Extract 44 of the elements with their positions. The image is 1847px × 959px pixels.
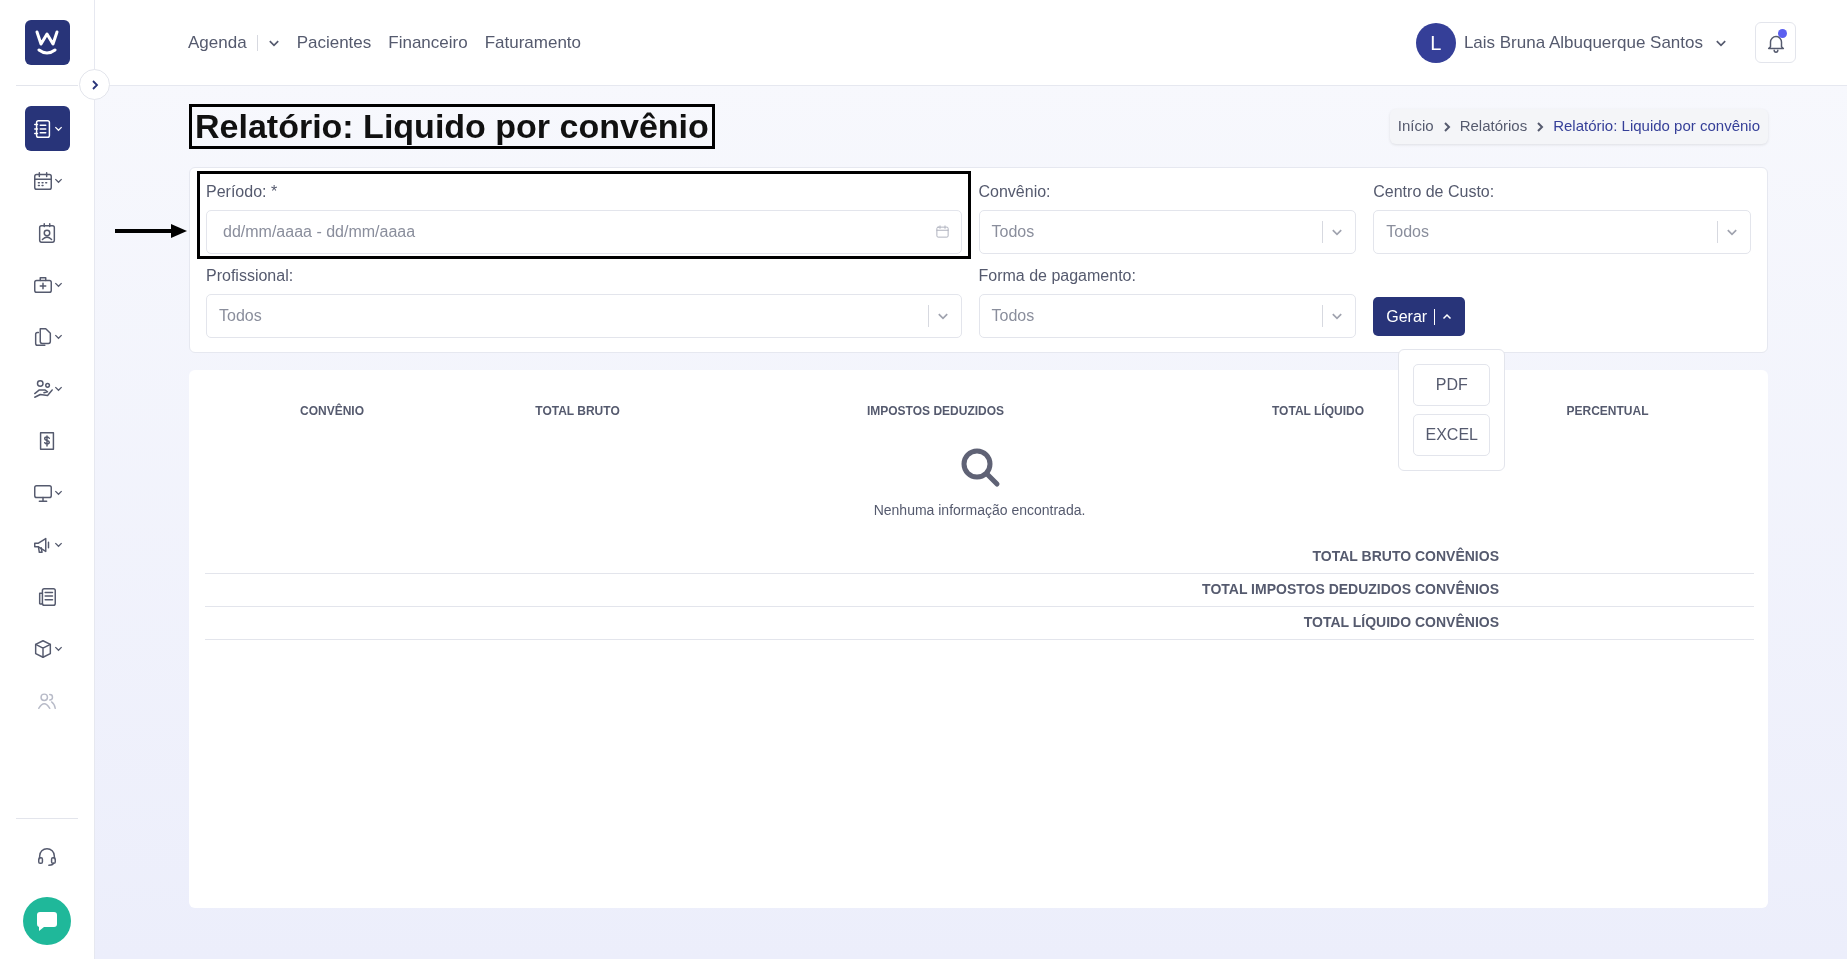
logo-icon[interactable] bbox=[24, 20, 70, 65]
field-label: Centro de Custo: bbox=[1373, 182, 1496, 203]
date-range-field[interactable]: dd/mm/aaaa - dd/mm/aaaa bbox=[206, 210, 962, 255]
caret-icon bbox=[53, 332, 63, 341]
export-option[interactable]: PDF bbox=[1413, 364, 1491, 407]
empty-message: Nenhuma informação encontrada. bbox=[873, 501, 1086, 521]
caret-icon bbox=[53, 384, 63, 393]
user-name[interactable]: Lais Bruna Albuquerque Santos bbox=[1463, 29, 1703, 56]
avatar[interactable]: L bbox=[1415, 22, 1456, 63]
chat-bubble-icon bbox=[35, 909, 59, 933]
generate-button[interactable]: Gerar bbox=[1373, 297, 1466, 337]
field-label: Profissional: bbox=[206, 266, 295, 287]
caret-icon bbox=[1442, 311, 1453, 322]
caret-icon bbox=[53, 540, 63, 549]
nav-link[interactable]: Financeiro bbox=[388, 29, 468, 56]
chevron-right-icon bbox=[1441, 120, 1452, 133]
caret-icon bbox=[53, 644, 63, 653]
total-label: TOTAL LÍQUIDO CONVÊNIOS bbox=[1303, 614, 1499, 631]
column-header: PERCENTUAL bbox=[1565, 403, 1650, 421]
sidebar-item[interactable] bbox=[24, 106, 70, 151]
caret-icon bbox=[53, 488, 63, 497]
notifications-button[interactable] bbox=[1755, 22, 1796, 63]
breadcrumb-link[interactable]: Início bbox=[1397, 115, 1434, 138]
column-header: TOTAL BRUTO bbox=[534, 403, 621, 421]
column-header: IMPOSTOS DEDUZIDOS bbox=[865, 403, 1006, 421]
pointer-arrow bbox=[115, 224, 187, 239]
field-label: Forma de pagamento: bbox=[978, 266, 1137, 287]
export-option[interactable]: EXCEL bbox=[1413, 414, 1491, 457]
calendar-icon bbox=[934, 224, 950, 240]
chevron-right-icon bbox=[1535, 120, 1546, 133]
total-label: TOTAL IMPOSTOS DEDUZIDOS CONVÊNIOS bbox=[1202, 581, 1499, 598]
nav-link[interactable]: Faturamento bbox=[484, 29, 582, 56]
column-header: TOTAL LÍQUIDO bbox=[1271, 402, 1365, 421]
page-title: Relatório: Liquido por convênio bbox=[189, 104, 715, 150]
nav-link[interactable]: Agenda bbox=[188, 29, 247, 56]
field-label: Período: * bbox=[206, 182, 279, 203]
column-header: CONVÊNIO bbox=[299, 402, 365, 421]
field-label: Convênio: bbox=[978, 182, 1052, 203]
caret-icon bbox=[53, 124, 63, 133]
breadcrumb-link[interactable]: Relatórios bbox=[1459, 115, 1528, 138]
caret-icon bbox=[53, 280, 63, 289]
caret-icon bbox=[53, 176, 63, 185]
total-label: TOTAL BRUTO CONVÊNIOS bbox=[1312, 548, 1499, 565]
nav-link[interactable]: Pacientes bbox=[296, 29, 372, 56]
